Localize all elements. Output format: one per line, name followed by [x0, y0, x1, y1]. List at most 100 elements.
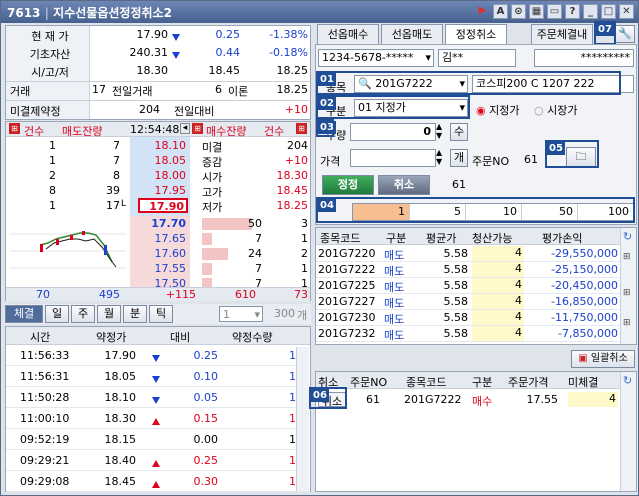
order-no-value: 61: [524, 153, 538, 166]
trade-row[interactable]: 09:29:21 18.40 0.25 1: [6, 451, 310, 471]
radio-unchecked-icon: ○: [534, 104, 544, 117]
trade-row[interactable]: 11:56:33 17.90 0.25 1: [6, 346, 310, 366]
bid-row[interactable]: 17.55 7 1: [6, 261, 310, 276]
ask-row[interactable]: 1 7 18.10 미결 204: [6, 138, 310, 154]
current-pct: -1.38%: [269, 28, 308, 41]
account-name: 김**: [438, 49, 516, 67]
trade-row[interactable]: 11:56:31 18.05 0.10 1: [6, 367, 310, 387]
bulk-cancel-button[interactable]: ▣ 일괄취소: [571, 350, 635, 368]
add-icon[interactable]: ⊞: [623, 288, 631, 298]
ask-qty-header: 매도잔량: [62, 125, 103, 138]
price-button[interactable]: 개: [450, 149, 468, 167]
trade-row[interactable]: 11:00:10 18.30 0.15 1: [6, 409, 310, 429]
trade-row[interactable]: 09:29:08 18.45 0.30 1: [6, 472, 310, 492]
add-icon[interactable]: ⊞: [623, 252, 631, 262]
bookmark-red-icon[interactable]: ▶: [475, 4, 490, 19]
ask-row[interactable]: 1 17 L 17.90 저가 18.25: [6, 198, 310, 214]
down-arrow-icon: [152, 394, 160, 407]
qty-input[interactable]: 0: [350, 123, 436, 141]
volume-label: 거래: [10, 85, 31, 98]
badge-02: 02: [318, 97, 336, 110]
window-title: 지수선물옵션정정취소2: [53, 6, 172, 20]
tab-trades[interactable]: 체결: [5, 305, 43, 323]
count-value: 300: [274, 307, 295, 320]
tab-modify-cancel[interactable]: 정정취소: [445, 24, 507, 45]
up-arrow-icon: [152, 478, 160, 491]
refresh-icon[interactable]: ↻: [623, 230, 632, 243]
ask-row[interactable]: 8 39 17.95 고가 18.45: [6, 183, 310, 199]
add-icon[interactable]: ⊞: [623, 318, 631, 328]
bid-row[interactable]: 17.70 50 3: [6, 216, 310, 231]
badge-03: 03: [318, 121, 336, 134]
low-price: 18.25: [276, 64, 309, 77]
order-window: 7613 | 지수선물옵션정정취소2 ▶ A ⊙ ▦ ▭ ? _ □ ✕ 현 재…: [0, 0, 639, 496]
open-interest: 204: [139, 103, 160, 116]
ask-count-header: 건수: [24, 125, 45, 138]
balance-row[interactable]: 201G7227 매도 5.58 4 -16,850,000: [316, 294, 620, 310]
trade-row[interactable]: 09:52:19 18.15 0.00 1: [6, 430, 310, 450]
pending-scrollbar[interactable]: ↻: [620, 372, 636, 491]
tab-monthly[interactable]: 월: [97, 305, 121, 323]
tab-order-status[interactable]: 주문체결내: [531, 24, 593, 44]
account-select[interactable]: 1234-5678-***** ▾: [318, 49, 434, 67]
balance-row[interactable]: 201G7225 매도 5.58 4 -20,450,000: [316, 278, 620, 294]
price-spinner[interactable]: ▲ ▼: [436, 148, 442, 166]
refresh-icon[interactable]: ↻: [623, 374, 632, 387]
tab-minute[interactable]: 분: [123, 305, 147, 323]
balance-scrollbar[interactable]: ↻ ⊞ ⊞ ⊞: [620, 228, 636, 344]
orderbook-totals: 70 495 +115 610 73: [6, 287, 310, 301]
close-icon[interactable]: ✕: [619, 4, 634, 19]
badge-07: 07: [596, 23, 614, 36]
radio-limit[interactable]: ◉ 지정가: [476, 102, 519, 118]
balance-row[interactable]: 201G7222 매도 5.58 4 -25,150,000: [316, 262, 620, 278]
link-icon[interactable]: ⊙: [511, 4, 526, 19]
prev-diff-label: 전일대비: [174, 105, 215, 118]
qty-spinner[interactable]: ▲ ▼: [436, 122, 442, 140]
radio-checked-icon: ◉: [476, 104, 486, 117]
trade-tabs: 체결 일 주 월 분 틱 1 ▾ 300 개: [5, 304, 311, 324]
layout-icon[interactable]: ▦: [529, 4, 544, 19]
ask-row[interactable]: 2 8 18.00 시가 18.30: [6, 168, 310, 184]
tab-sell[interactable]: 선옵매도: [381, 24, 443, 44]
bid-qty-header: 매수잔량: [206, 125, 247, 138]
password-field[interactable]: *********: [534, 49, 634, 67]
orderbook-panel: ⊞ 건수 매도잔량 12:54:48 ◂ ⊞ 매수잔량 건수 ⊞ 1 7 18.…: [5, 121, 311, 301]
radio-market[interactable]: ○ 시장가: [534, 102, 577, 118]
bid-row[interactable]: 17.60 24 2: [6, 246, 310, 261]
trade-row[interactable]: 11:50:28 18.10 0.05 1: [6, 388, 310, 408]
collapse-icon[interactable]: ⊞: [296, 123, 307, 134]
balance-row[interactable]: 201G7220 매도 5.58 4 -29,550,000: [316, 246, 620, 262]
minimize-icon[interactable]: _: [583, 4, 598, 19]
modify-button[interactable]: 정정: [322, 175, 374, 195]
help-icon[interactable]: ?: [565, 4, 580, 19]
tab-daily[interactable]: 일: [45, 305, 69, 323]
ask-row[interactable]: 1 7 18.05 증감 +10: [6, 153, 310, 169]
up-arrow-icon: [152, 415, 160, 428]
settings-icon[interactable]: 🔧: [615, 25, 635, 43]
tab-tick[interactable]: 틱: [149, 305, 173, 323]
font-icon[interactable]: A: [493, 4, 508, 19]
tab-buy[interactable]: 선옵매수: [317, 24, 379, 44]
current-price-cell: 17.90: [138, 198, 188, 213]
cancel-button[interactable]: 취소: [378, 175, 430, 195]
pending-orders-table: 취소 주문NO 종목코드 구분 주문가격 미체결 취소 61 201G7222 …: [315, 371, 637, 492]
open-price: 18.30: [136, 64, 169, 77]
window-icon[interactable]: ▭: [547, 4, 562, 19]
tab-weekly[interactable]: 주: [71, 305, 95, 323]
bid-row[interactable]: 17.65 7 1: [6, 231, 310, 246]
price-input[interactable]: [350, 149, 436, 167]
cancel-icon: ▣: [578, 353, 588, 364]
open-interest-label: 미결제약정: [10, 105, 61, 118]
chevron-down-icon: ▾: [425, 51, 431, 64]
current-change: 0.25: [215, 28, 241, 41]
qty-max-button[interactable]: 수: [450, 123, 468, 141]
maximize-icon[interactable]: □: [601, 4, 616, 19]
interval-select[interactable]: 1 ▾: [219, 306, 263, 322]
collapse-icon[interactable]: ⊞: [9, 123, 20, 134]
pending-row[interactable]: 취소 61 201G7222 매수 17.55 4: [316, 390, 620, 408]
toggle-icon[interactable]: ◂: [180, 123, 190, 134]
balance-row[interactable]: 201G7230 매도 5.58 4 -11,750,000: [316, 310, 620, 326]
trades-scrollbar[interactable]: [296, 347, 309, 491]
collapse-icon[interactable]: ⊞: [192, 123, 203, 134]
balance-row[interactable]: 201G7232 매도 5.58 4 -7,850,000: [316, 326, 620, 342]
